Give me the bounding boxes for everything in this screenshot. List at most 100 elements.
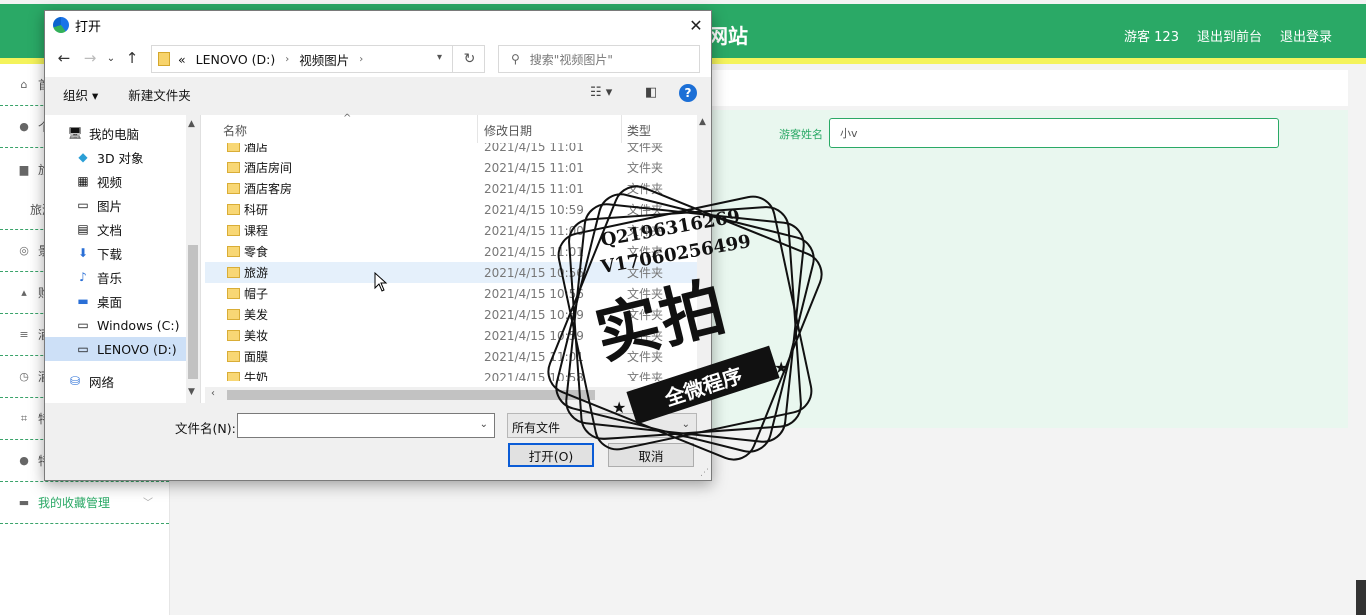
column-name[interactable]: 名称: [223, 122, 247, 139]
file-date: 2021/4/15 10:58: [484, 370, 584, 382]
tree-item-drive-c[interactable]: ▭ Windows (C:): [45, 313, 200, 337]
tree-item-videos[interactable]: ▦ 视频: [45, 169, 200, 193]
hscroll-thumb[interactable]: [227, 390, 595, 400]
scroll-up-icon[interactable]: ▲: [188, 119, 195, 129]
refresh-icon[interactable]: ↻: [452, 45, 486, 73]
file-date: 2021/4/15 11:01: [484, 160, 584, 175]
network-icon: ⛁: [69, 374, 81, 388]
file-name: 旅游: [244, 266, 269, 280]
tree-item-music[interactable]: ♪ 音乐: [45, 265, 200, 289]
file-date: 2021/4/15 10:59: [484, 307, 584, 322]
scroll-up-icon[interactable]: ▲: [699, 117, 706, 127]
file-row[interactable]: 酒店客房 2021/4/15 11:01 文件夹: [205, 178, 711, 199]
filetype-select[interactable]: 所有文件 ⌄: [507, 413, 697, 438]
organize-button[interactable]: 组织 ▾: [63, 85, 98, 104]
column-type[interactable]: 类型: [627, 122, 651, 139]
file-date: 2021/4/15 11:00: [484, 223, 584, 238]
tree-item-this-pc[interactable]: 🖥 我的电脑: [45, 121, 200, 145]
file-row[interactable]: 酒店房间 2021/4/15 11:01 文件夹: [205, 157, 711, 178]
view-options-icon[interactable]: ☷ ▾: [590, 85, 612, 100]
visitor-name-label: 游客姓名: [779, 128, 823, 141]
address-bar[interactable]: « LENOVO (D:) › 视频图片 › ▾: [151, 45, 485, 73]
address-overflow[interactable]: «: [178, 52, 186, 67]
command-bar: 组织 ▾ 新建文件夹 ☷ ▾ ◧ ?: [45, 77, 711, 111]
folder-icon: [227, 246, 240, 257]
tree-item-desktop[interactable]: ▬ 桌面: [45, 289, 200, 313]
bookmark-icon: ▬: [18, 496, 30, 509]
home-icon: ⌂: [20, 78, 28, 91]
folder-icon: [227, 309, 240, 320]
star-icon: ★: [774, 358, 789, 377]
cancel-button[interactable]: 取消: [608, 443, 694, 467]
tree-item-documents[interactable]: ▤ 文档: [45, 217, 200, 241]
file-date: 2021/4/15 10:59: [484, 328, 584, 343]
filename-input[interactable]: ⌄: [237, 413, 495, 438]
file-date: 2021/4/15 11:01: [484, 143, 584, 154]
address-segment-folder[interactable]: 视频图片: [299, 50, 349, 69]
chevron-right-icon[interactable]: ›: [285, 54, 289, 65]
tree-item-network[interactable]: ⛁ 网络: [45, 369, 200, 393]
dialog-navbar: ← → ⌄ ↑ « LENOVO (D:) › 视频图片 › ▾ ↻ ⚲ 搜索"…: [45, 39, 711, 77]
file-type: 文件夹: [627, 143, 664, 154]
back-arrow-icon[interactable]: ←: [51, 45, 77, 71]
help-icon[interactable]: ?: [679, 84, 697, 102]
new-folder-button[interactable]: 新建文件夹: [128, 85, 191, 104]
folder-icon: [227, 372, 240, 381]
edge-app-icon: [53, 17, 69, 33]
tree-item-drive-d[interactable]: ▭ LENOVO (D:): [45, 337, 200, 361]
chevron-down-icon[interactable]: ⌄: [480, 419, 488, 430]
search-box[interactable]: ⚲ 搜索"视频图片": [498, 45, 700, 73]
folder-icon: [227, 183, 240, 194]
file-type: 文件夹: [627, 203, 664, 217]
filename-label: 文件名(N):: [175, 421, 236, 436]
sort-caret-icon: ^: [343, 113, 352, 124]
tree-item-3d-objects[interactable]: ◆ 3D 对象: [45, 145, 200, 169]
file-date: 2021/4/15 10:59: [484, 202, 584, 217]
address-dropdown-icon[interactable]: ▾: [437, 52, 442, 63]
column-headers: ^ 名称 修改日期 类型: [205, 113, 711, 143]
file-date: 2021/4/15 11:01: [484, 349, 584, 364]
recent-chevron-icon[interactable]: ⌄: [103, 45, 119, 71]
briefcase-icon: ▆: [19, 162, 29, 176]
address-segment-drive[interactable]: LENOVO (D:): [196, 52, 276, 67]
mouse-cursor-icon: [374, 272, 388, 292]
sidebar-item-favorites[interactable]: ▬ 我的收藏管理 ﹀: [0, 482, 169, 524]
file-row[interactable]: 科研 2021/4/15 10:59 文件夹: [205, 199, 711, 220]
video-icon: ▦: [77, 174, 89, 188]
navigation-tree: 🖥 我的电脑 ◆ 3D 对象 ▦ 视频 ▭ 图片 ▤ 文档 ⬇ 下载 ♪ 音乐 ▬ 桌面 ▭ Wi…: [45, 115, 201, 403]
close-icon[interactable]: ✕: [681, 11, 711, 39]
chevron-right-icon[interactable]: ›: [359, 54, 363, 65]
dialog-titlebar: 打开 ✕: [45, 11, 711, 39]
file-name: 美妆: [244, 329, 269, 343]
scroll-left-icon[interactable]: ‹: [211, 388, 215, 399]
download-icon: ⬇: [77, 246, 89, 260]
chevron-down-icon: ⌄: [681, 419, 690, 430]
folder-icon: [227, 143, 240, 152]
file-name: 牛奶: [244, 371, 269, 381]
resize-grip-icon[interactable]: ⋰: [700, 468, 709, 478]
column-date[interactable]: 修改日期: [484, 122, 532, 139]
file-type: 文件夹: [627, 371, 664, 381]
preview-pane-icon[interactable]: ◧: [645, 85, 657, 100]
folder-icon: [227, 162, 240, 173]
open-button[interactable]: 打开(O): [508, 443, 594, 467]
file-name: 零食: [244, 245, 269, 259]
tree-scroll-thumb[interactable]: [188, 245, 198, 379]
cube-icon: ◆: [78, 150, 88, 164]
scroll-down-icon[interactable]: ▼: [188, 387, 195, 397]
tree-item-pictures[interactable]: ▭ 图片: [45, 193, 200, 217]
folder-icon: [227, 267, 240, 278]
up-arrow-icon[interactable]: ↑: [119, 45, 145, 71]
bulb-icon: ●: [19, 454, 29, 467]
file-row[interactable]: 酒店 2021/4/15 11:01 文件夹: [205, 143, 711, 157]
logout-link[interactable]: 退出登录: [1280, 26, 1332, 45]
page-scrollbar[interactable]: [1356, 580, 1366, 615]
tree-item-downloads[interactable]: ⬇ 下载: [45, 241, 200, 265]
tree-scrollbar[interactable]: ▲ ▼: [186, 115, 200, 403]
file-name: 酒店: [244, 143, 269, 154]
exit-to-front-link[interactable]: 退出到前台: [1197, 26, 1262, 45]
visitor-name-input[interactable]: 小v: [829, 118, 1279, 148]
user-name-link[interactable]: 游客 123: [1124, 26, 1179, 45]
top-links: 游客 123 退出到前台 退出登录: [1124, 26, 1332, 45]
forward-arrow-icon[interactable]: →: [77, 45, 103, 71]
